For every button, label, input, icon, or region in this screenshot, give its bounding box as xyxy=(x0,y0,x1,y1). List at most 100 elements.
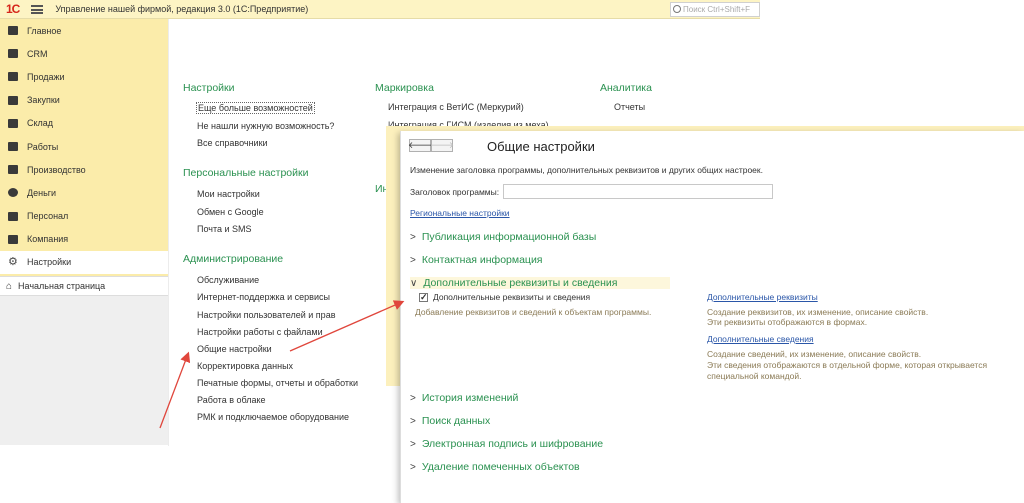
purchases-icon xyxy=(8,95,18,105)
sidebar-item-money[interactable]: Деньги xyxy=(0,181,168,204)
popup-title: Общие настройки xyxy=(487,139,595,154)
link-mail-sms[interactable]: Почта и SMS xyxy=(197,224,252,234)
search-placeholder: Поиск Ctrl+Shift+F xyxy=(683,5,751,14)
sidebar-item-staff[interactable]: Персонал xyxy=(0,205,168,228)
sidebar-item-warehouse[interactable]: Склад xyxy=(0,112,168,135)
link-my-settings[interactable]: Мои настройки xyxy=(197,189,260,199)
link-data-correction[interactable]: Корректировка данных xyxy=(197,361,293,371)
app-logo[interactable]: 1С xyxy=(6,2,20,16)
info-note-2: Эти сведения отображаются в отдельной фо… xyxy=(707,360,988,370)
section-label: История изменений xyxy=(421,392,519,404)
sidebar: Главное CRM Продажи Закупки Склад Работы… xyxy=(0,19,168,276)
section-contact-info[interactable]: > Контактная информация xyxy=(410,254,543,266)
title-bar: 1С Управление нашей фирмой, редакция 3.0… xyxy=(0,0,760,19)
production-icon xyxy=(8,165,18,175)
link-internet-support[interactable]: Интернет-поддержка и сервисы xyxy=(197,292,330,302)
link-user-rights[interactable]: Настройки пользователей и прав xyxy=(197,310,335,320)
section-label: Публикация информационной базы xyxy=(421,231,597,243)
company-icon xyxy=(8,234,18,244)
sidebar-item-label: CRM xyxy=(27,48,48,59)
sidebar-empty-area xyxy=(0,296,168,445)
section-label: Контактная информация xyxy=(421,254,543,266)
sidebar-item-label: Настройки xyxy=(27,257,72,268)
sidebar-item-sales[interactable]: Продажи xyxy=(0,65,168,88)
section-delete-marked[interactable]: > Удаление помеченных объектов xyxy=(410,461,580,473)
nav-buttons: 🡐 🡒 xyxy=(408,139,454,152)
chevron-right-icon: > xyxy=(410,392,416,404)
link-maintenance[interactable]: Обслуживание xyxy=(197,275,259,285)
sidebar-item-crm[interactable]: CRM xyxy=(0,42,168,65)
link-not-found-feature[interactable]: Не нашли нужную возможность? xyxy=(197,121,334,131)
sidebar-item-production[interactable]: Производство xyxy=(0,158,168,181)
checkbox-label: Дополнительные реквизиты и сведения xyxy=(433,292,591,302)
main-menu-icon[interactable] xyxy=(31,4,44,14)
home-page-tab[interactable]: ⌂ Начальная страница xyxy=(0,276,168,296)
program-title-label: Заголовок программы: xyxy=(410,187,500,197)
chevron-right-icon: > xyxy=(410,415,416,427)
checkbox-note: Добавление реквизитов и сведений к объек… xyxy=(415,307,652,317)
chevron-right-icon: > xyxy=(410,438,416,450)
program-title-input[interactable] xyxy=(503,184,773,199)
sidebar-item-label: Деньги xyxy=(27,187,57,198)
sidebar-item-label: Персонал xyxy=(27,211,69,222)
menu-icon xyxy=(8,26,18,36)
general-settings-window: 🡐 🡒 Общие настройки Изменение заголовка … xyxy=(400,131,1024,503)
forward-button[interactable]: 🡒 xyxy=(430,139,454,152)
back-button[interactable]: 🡐 xyxy=(408,139,432,152)
sidebar-item-label: Склад xyxy=(27,118,54,129)
attrs-note-1: Создание реквизитов, их изменение, описа… xyxy=(707,307,929,317)
money-icon xyxy=(8,188,18,198)
attrs-note-2: Эти реквизиты отображаются в формах. xyxy=(707,317,868,327)
link-reports[interactable]: Отчеты xyxy=(614,102,645,112)
warehouse-icon xyxy=(8,118,18,128)
search-input[interactable]: Поиск Ctrl+Shift+F xyxy=(670,2,760,17)
section-label: Электронная подпись и шифрование xyxy=(421,438,604,450)
link-file-settings[interactable]: Настройки работы с файлами xyxy=(197,327,323,337)
gear-icon: ⚙ xyxy=(8,255,18,268)
popup-description: Изменение заголовка программы, дополните… xyxy=(410,165,763,175)
works-icon xyxy=(8,142,18,152)
sales-icon xyxy=(8,72,18,82)
link-general-settings[interactable]: Общие настройки xyxy=(197,344,272,354)
link-equipment[interactable]: РМК и подключаемое оборудование xyxy=(197,412,349,422)
section-analytics-title: Аналитика xyxy=(600,82,652,94)
additional-info-link[interactable]: Дополнительные сведения xyxy=(707,334,814,344)
sidebar-item-company[interactable]: Компания xyxy=(0,228,168,251)
popup-frame-left xyxy=(386,126,401,386)
sidebar-item-label: Закупки xyxy=(27,95,60,106)
section-data-search[interactable]: > Поиск данных xyxy=(410,415,490,427)
sidebar-item-works[interactable]: Работы xyxy=(0,135,168,158)
additional-attrs-checkbox[interactable]: ✓ xyxy=(419,292,428,302)
home-icon: ⌂ xyxy=(6,280,13,292)
link-vetis[interactable]: Интеграция с ВетИС (Меркурий) xyxy=(388,102,524,112)
link-google-exchange[interactable]: Обмен с Google xyxy=(197,207,264,217)
sidebar-item-label: Производство xyxy=(27,164,86,175)
sidebar-item-purchases[interactable]: Закупки xyxy=(0,89,168,112)
sidebar-item-settings[interactable]: ⚙ Настройки xyxy=(0,250,168,275)
section-label: Дополнительные реквизиты и сведения xyxy=(423,277,618,289)
search-icon xyxy=(673,5,681,13)
link-cloud-work[interactable]: Работа в облаке xyxy=(197,395,266,405)
info-note-3: специальной командой. xyxy=(707,371,802,381)
sidebar-item-label: Продажи xyxy=(27,71,65,82)
section-marking-title: Маркировка xyxy=(375,82,434,94)
section-publication[interactable]: > Публикация информационной базы xyxy=(410,231,596,243)
section-personal-title: Персональные настройки xyxy=(183,167,309,179)
sidebar-item-main[interactable]: Главное xyxy=(0,19,168,42)
window-title: Управление нашей фирмой, редакция 3.0 (1… xyxy=(55,4,309,14)
sidebar-item-label: Компания xyxy=(27,234,69,245)
additional-attrs-checkbox-row[interactable]: ✓ Дополнительные реквизиты и сведения xyxy=(419,292,590,302)
link-print-forms[interactable]: Печатные формы, отчеты и обработки xyxy=(197,378,358,388)
sidebar-item-label: Главное xyxy=(27,25,62,36)
regional-settings-link[interactable]: Региональные настройки xyxy=(410,208,510,218)
link-more-features[interactable]: Еще больше возможностей xyxy=(196,102,315,114)
link-all-catalogs[interactable]: Все справочники xyxy=(197,138,268,148)
section-change-history[interactable]: > История изменений xyxy=(410,392,518,404)
info-note-1: Создание сведений, их изменение, описани… xyxy=(707,349,922,359)
staff-icon xyxy=(8,211,18,221)
section-settings-title: Настройки xyxy=(183,82,235,94)
section-label: Удаление помеченных объектов xyxy=(421,461,580,473)
additional-attrs-link[interactable]: Дополнительные реквизиты xyxy=(707,292,818,302)
section-additional-attrs[interactable]: ∨ Дополнительные реквизиты и сведения xyxy=(410,277,670,289)
section-digital-signature[interactable]: > Электронная подпись и шифрование xyxy=(410,438,603,450)
